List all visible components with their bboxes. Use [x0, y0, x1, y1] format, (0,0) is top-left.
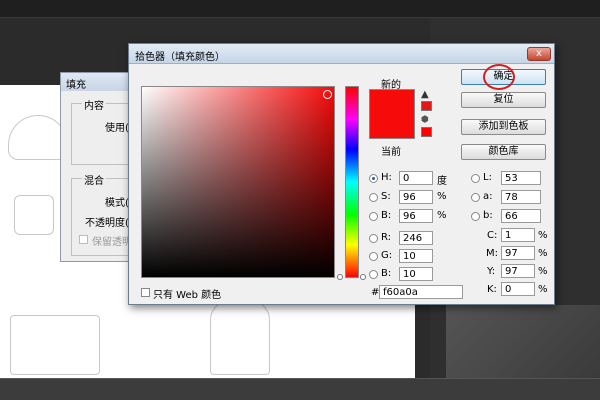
saturation-brightness-field[interactable] — [141, 86, 335, 278]
sketch-head — [8, 115, 68, 160]
hue-label: H: — [381, 172, 392, 183]
radio-green[interactable] — [369, 252, 378, 261]
current-color-swatch[interactable] — [370, 115, 414, 138]
blue-label: B: — [381, 268, 392, 279]
magenta-label: M: — [486, 248, 498, 259]
a-channel-input[interactable]: 78 — [501, 190, 541, 204]
color-cursor-ring[interactable] — [323, 90, 332, 99]
b-channel-input[interactable]: 66 — [501, 209, 541, 223]
ok-highlight-circle — [483, 64, 515, 90]
hex-input[interactable]: f60a0a — [379, 285, 463, 299]
close-button[interactable]: x — [527, 47, 551, 61]
new-color-swatch — [370, 90, 414, 115]
gamut-warning-swatch[interactable] — [421, 101, 432, 111]
sketch-house — [10, 315, 100, 375]
radio-b-channel[interactable] — [471, 212, 480, 221]
hue-unit: 度 — [437, 176, 447, 187]
status-bar — [0, 378, 600, 400]
brightness-label: B: — [381, 210, 392, 221]
blue-input[interactable]: 10 — [399, 267, 433, 281]
panel-swatch — [446, 305, 600, 380]
current-color-label: 当前 — [381, 147, 401, 158]
reset-button[interactable]: 复位 — [461, 92, 546, 108]
hue-slider-handle-right[interactable] — [360, 274, 366, 280]
hue-slider[interactable] — [345, 86, 359, 278]
picker-title: 拾色器（填充颜色） — [135, 52, 225, 63]
sketch-body — [14, 195, 54, 235]
yellow-label: Y: — [487, 266, 496, 277]
radio-brightness[interactable] — [369, 212, 378, 221]
web-only-label: 只有 Web 颜色 — [153, 290, 222, 301]
web-only-checkbox[interactable] — [141, 288, 150, 297]
cyan-input[interactable]: 1 — [501, 228, 535, 242]
fill-preserve-checkbox[interactable] — [79, 235, 88, 244]
radio-saturation[interactable] — [369, 193, 378, 202]
b-channel-label: b: — [483, 210, 493, 221]
web-safe-cube-icon[interactable]: ⬢ — [421, 115, 432, 125]
app-top-bar — [0, 0, 600, 18]
saturation-label: S: — [381, 191, 391, 202]
yellow-input[interactable]: 97 — [501, 264, 535, 278]
fill-content-group-title: 内容 — [82, 97, 106, 112]
brightness-input[interactable]: 96 — [399, 209, 433, 223]
color-libraries-button[interactable]: 颜色库 — [461, 144, 546, 160]
magenta-unit: % — [538, 248, 548, 259]
green-label: G: — [381, 250, 393, 261]
color-preview — [369, 89, 415, 139]
black-label: K: — [487, 284, 497, 295]
magenta-input[interactable]: 97 — [501, 246, 535, 260]
cyan-unit: % — [538, 230, 548, 241]
add-to-swatches-button[interactable]: 添加到色板 — [461, 119, 546, 135]
fill-blend-group-title: 混合 — [82, 172, 106, 187]
cyan-label: C: — [487, 230, 498, 241]
lightness-label: L: — [483, 172, 492, 183]
saturation-unit: % — [437, 191, 447, 202]
red-label: R: — [381, 232, 392, 243]
saturation-input[interactable]: 96 — [399, 190, 433, 204]
brightness-unit: % — [437, 210, 447, 221]
radio-red[interactable] — [369, 234, 378, 243]
radio-hue[interactable] — [369, 174, 378, 183]
gamut-warning-icon[interactable]: ▲ — [421, 90, 432, 100]
radio-lightness[interactable] — [471, 174, 480, 183]
lightness-input[interactable]: 53 — [501, 171, 541, 185]
web-safe-swatch[interactable] — [421, 127, 432, 137]
radio-blue[interactable] — [369, 270, 378, 279]
color-picker-dialog: 拾色器（填充颜色） x 新的 当前 ▲ ⬢ 确定 复位 添加到色板 颜色库 H:… — [128, 43, 555, 305]
hue-input[interactable]: 0 — [399, 171, 433, 185]
radio-a-channel[interactable] — [471, 193, 480, 202]
red-input[interactable]: 246 — [399, 231, 433, 245]
picker-title-bar[interactable]: 拾色器（填充颜色） x — [129, 44, 554, 64]
green-input[interactable]: 10 — [399, 249, 433, 263]
black-input[interactable]: 0 — [501, 282, 535, 296]
hue-slider-handle-left[interactable] — [337, 274, 343, 280]
black-unit: % — [538, 284, 548, 295]
sketch-tree — [210, 300, 270, 375]
a-channel-label: a: — [483, 191, 493, 202]
yellow-unit: % — [538, 266, 548, 277]
